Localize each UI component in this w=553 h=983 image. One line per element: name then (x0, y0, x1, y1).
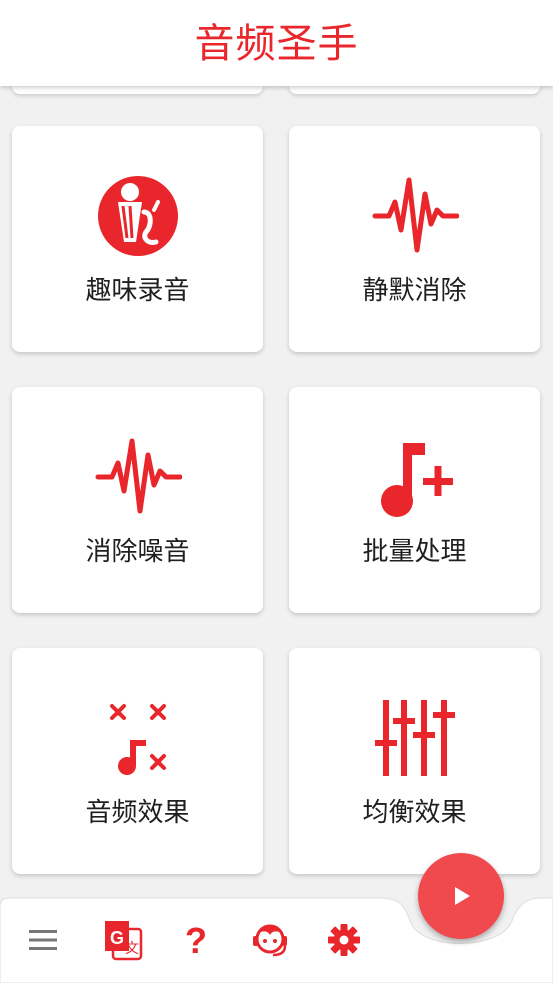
equalizer-icon (374, 700, 455, 776)
settings-icon (328, 924, 360, 956)
svg-text:文: 文 (125, 941, 139, 957)
card-batch-process[interactable]: 批量处理 (289, 387, 540, 613)
noise-removal-icon (95, 438, 182, 514)
app-header: 音频圣手 (0, 0, 553, 86)
funny-record-icon (97, 176, 178, 256)
card-silence-removal[interactable]: 静默消除 (289, 126, 540, 352)
translate-icon: G 文 (105, 921, 143, 961)
help-button[interactable]: ? (172, 916, 220, 964)
card-audio-effects[interactable]: 音频效果 (12, 648, 263, 874)
menu-button[interactable] (19, 916, 67, 964)
audio-effects-icon (109, 704, 166, 775)
card-equalizer[interactable]: 均衡效果 (289, 648, 540, 874)
app-title: 音频圣手 (194, 21, 359, 67)
svg-text:G: G (110, 928, 124, 948)
play-icon (455, 887, 470, 905)
play-button[interactable] (418, 853, 504, 939)
customer-service-icon (253, 924, 287, 957)
silence-removal-icon (372, 177, 459, 253)
batch-process-icon (380, 443, 453, 517)
card-label: 均衡效果 (362, 798, 467, 828)
menu-icon (29, 930, 57, 950)
svg-text:?: ? (185, 922, 207, 958)
card-label: 趣味录音 (85, 276, 190, 306)
card-funny-record[interactable]: 趣味录音 (12, 126, 263, 352)
card-noise-removal[interactable]: 消除噪音 (12, 387, 263, 613)
translate-button[interactable]: G 文 (98, 916, 146, 964)
card-label: 批量处理 (362, 537, 467, 567)
card-label: 静默消除 (362, 276, 467, 306)
card-label: 音频效果 (85, 798, 190, 828)
customer-service-button[interactable] (246, 916, 294, 964)
card-label: 消除噪音 (85, 537, 190, 567)
help-icon: ? (185, 922, 207, 958)
settings-button[interactable] (320, 916, 368, 964)
